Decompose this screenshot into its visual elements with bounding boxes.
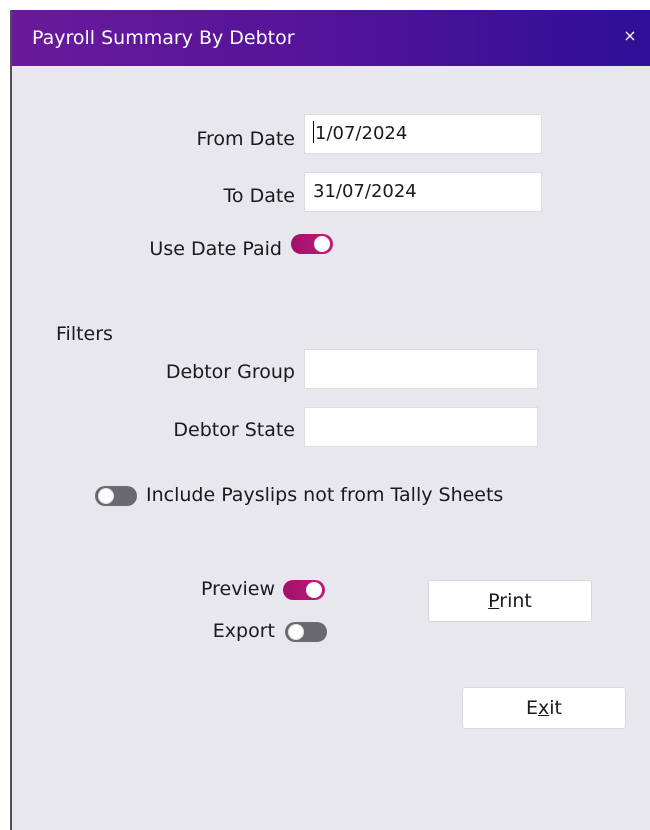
debtor-state-label: Debtor State [173,419,295,441]
exit-label-post: it [549,697,562,719]
print-mnemonic: P [488,590,500,612]
from-date-value: 1/07/2024 [315,123,408,144]
exit-button[interactable]: Exit [462,687,626,729]
report-dialog: Payroll Summary By Debtor × From Date 1/… [10,10,650,830]
exit-mnemonic: x [538,697,550,719]
debtor-state-field[interactable] [304,407,538,447]
from-date-field[interactable]: 1/07/2024 [304,114,542,154]
preview-toggle[interactable] [283,580,325,600]
window-title: Payroll Summary By Debtor [32,27,295,49]
filters-heading: Filters [56,323,113,345]
export-toggle[interactable] [285,622,327,642]
toggle-knob [314,236,330,252]
include-payslips-label: Include Payslips not from Tally Sheets [146,484,504,506]
toggle-knob [306,582,322,598]
close-icon[interactable]: × [618,24,642,48]
print-button[interactable]: Print [428,580,592,622]
preview-label: Preview [201,578,275,600]
toggle-knob [288,624,304,640]
to-date-label: To Date [223,185,295,207]
exit-label-pre: E [526,697,539,719]
to-date-value: 31/07/2024 [313,181,417,202]
print-label-rest: rint [499,590,532,612]
title-bar: Payroll Summary By Debtor × [12,10,650,66]
use-date-paid-label: Use Date Paid [149,238,282,260]
toggle-knob [98,488,114,504]
export-label: Export [212,620,275,642]
to-date-field[interactable]: 31/07/2024 [304,172,542,212]
use-date-paid-toggle[interactable] [291,234,333,254]
debtor-group-field[interactable] [304,349,538,389]
include-payslips-toggle[interactable] [95,486,137,506]
debtor-group-label: Debtor Group [165,361,295,383]
text-caret [313,121,314,143]
from-date-label: From Date [196,128,295,150]
